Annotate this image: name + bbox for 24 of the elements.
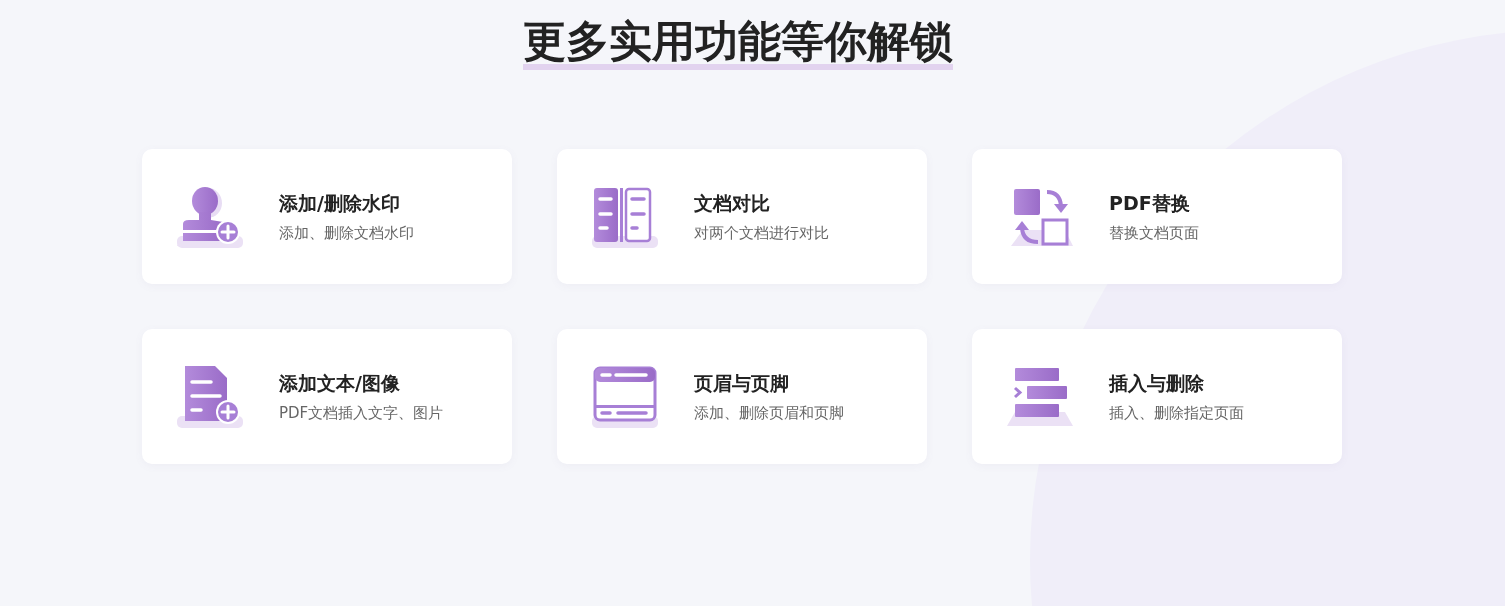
feature-card[interactable]: 添加文本/图像 PDF文档插入文字、图片 [142, 329, 512, 464]
feature-title: 页眉与页脚 [694, 371, 790, 396]
feature-title: 添加/删除水印 [279, 191, 401, 216]
stacked-bars-icon [1005, 365, 1075, 428]
feature-card[interactable]: 插入与删除 插入、删除指定页面 [972, 329, 1342, 464]
feature-card[interactable]: PDF替换 替换文档页面 [972, 149, 1342, 284]
document-plus-icon [175, 365, 245, 428]
feature-title: PDF替换 [1109, 191, 1191, 216]
person-plus-icon [175, 185, 245, 248]
feature-description: 添加、删除文档水印 [279, 223, 414, 244]
feature-title: 文档对比 [694, 191, 771, 216]
feature-description: 添加、删除页眉和页脚 [694, 403, 844, 424]
browser-window-icon [590, 365, 660, 428]
page-heading: 更多实用功能等你解锁 [523, 18, 953, 64]
feature-description: PDF文档插入文字、图片 [279, 403, 444, 424]
feature-card[interactable]: 添加/删除水印 添加、删除文档水印 [142, 149, 512, 284]
feature-title: 插入与删除 [1109, 371, 1205, 396]
feature-card[interactable]: 文档对比 对两个文档进行对比 [557, 149, 927, 284]
two-documents-icon [590, 185, 660, 248]
feature-description: 对两个文档进行对比 [694, 223, 829, 244]
feature-title: 添加文本/图像 [279, 371, 401, 396]
feature-description: 插入、删除指定页面 [1109, 403, 1244, 424]
feature-card[interactable]: 页眉与页脚 添加、删除页眉和页脚 [557, 329, 927, 464]
feature-description: 替换文档页面 [1109, 223, 1199, 244]
